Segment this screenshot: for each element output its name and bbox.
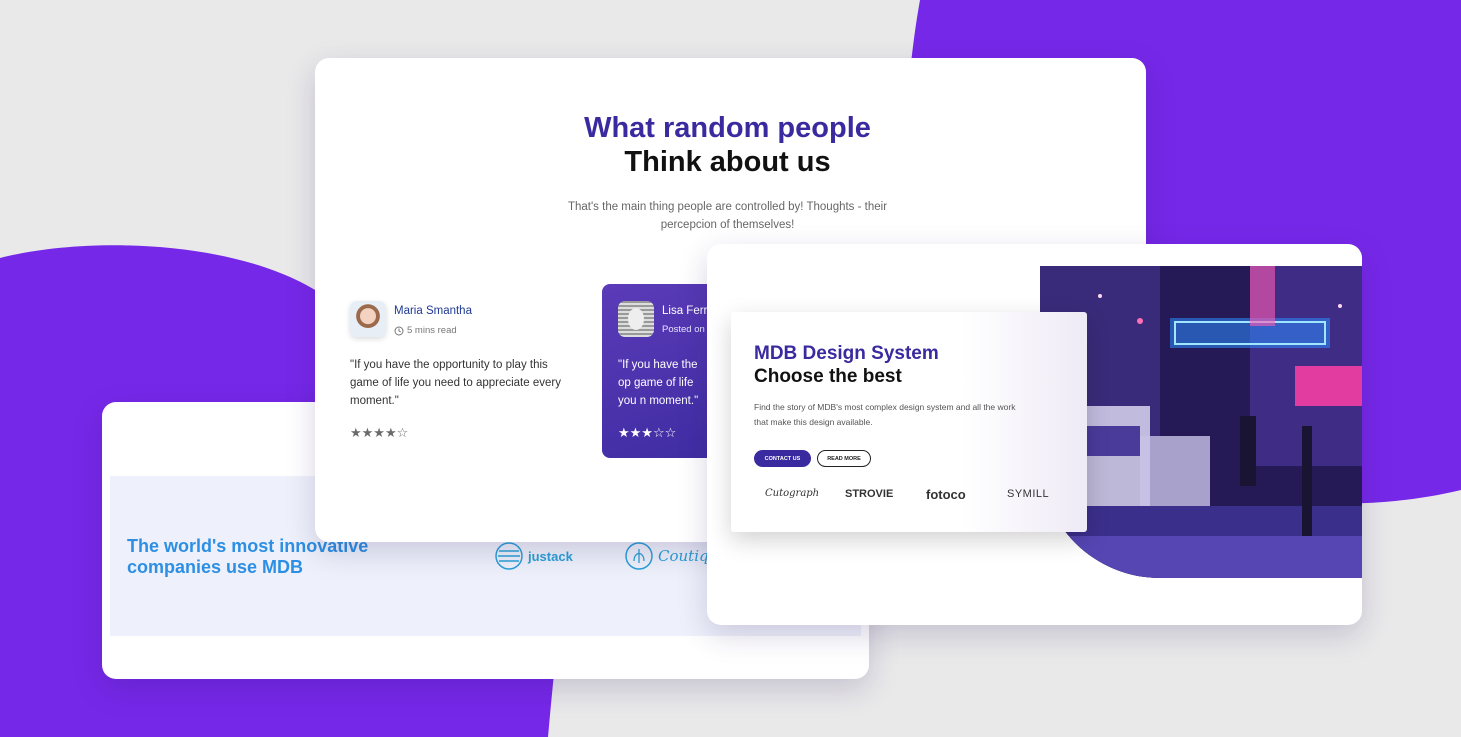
hero-card: MDB Design System Choose the best Find t… — [707, 244, 1362, 625]
neon-city-image — [1040, 266, 1362, 578]
justack-logo-icon — [495, 542, 523, 570]
reviewer-name[interactable]: Lisa Ferr — [662, 305, 707, 317]
brand-logo-cutograph: Cutograph — [765, 488, 820, 499]
avatar — [618, 301, 654, 337]
review-quote: "If you have the op game of life you n m… — [618, 359, 699, 407]
reviewer-name[interactable]: Maria Smantha — [394, 305, 472, 317]
review-meta-text: 5 mins read — [407, 325, 457, 336]
coutique-logo[interactable]: Coutiqu — [624, 541, 718, 571]
brand-logo-strovie: STROVIE — [845, 488, 894, 500]
testimonials-heading-line1: What random people — [584, 112, 871, 144]
review-meta-text: Posted on — [662, 324, 705, 335]
testimonials-heading-line2: Think about us — [624, 146, 831, 178]
design-system-panel: MDB Design System Choose the best Find t… — [731, 312, 1087, 532]
contact-us-button[interactable]: CONTACT US — [754, 450, 811, 467]
star-rating: ★★★★☆ — [350, 425, 409, 440]
justack-logo-label: justack — [528, 548, 573, 564]
brands-heading: The world's most innovative companies us… — [127, 536, 369, 577]
review-meta: Posted on — [662, 324, 705, 335]
avatar — [350, 301, 386, 337]
hero-description: Find the story of MDB's most complex des… — [754, 402, 1016, 427]
brand-logo-symill: SYMILL — [1007, 488, 1050, 500]
review-meta: 5 mins read — [394, 325, 457, 336]
clock-icon — [394, 326, 404, 335]
testimonials-subtitle: That's the main thing people are control… — [567, 201, 888, 231]
hero-subtitle: Choose the best — [754, 366, 902, 387]
review-quote: "If you have the opportunity to play thi… — [350, 359, 561, 407]
justack-logo[interactable]: justack — [494, 541, 573, 571]
star-rating: ★★★☆☆ — [618, 425, 677, 440]
brand-logo-fotoco: fotoco — [926, 487, 966, 502]
city-illustration — [1040, 266, 1362, 578]
hero-title: MDB Design System — [754, 343, 939, 364]
read-more-button[interactable]: READ MORE — [817, 450, 871, 467]
coutique-logo-icon — [625, 542, 653, 570]
